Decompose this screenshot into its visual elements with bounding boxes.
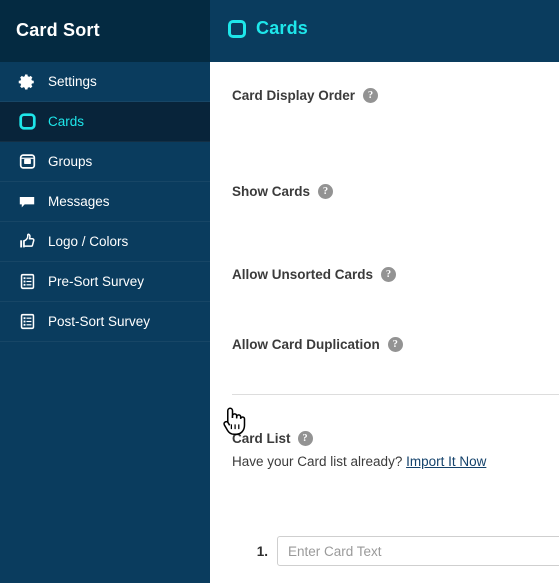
sidebar-item-settings[interactable]: Settings: [0, 62, 210, 102]
card-list-heading: Card List ?: [232, 431, 313, 446]
card-list-row: 1.: [244, 536, 559, 566]
page-header: Cards: [228, 18, 308, 39]
top-bar: Card Sort Cards: [0, 0, 559, 62]
card-sort-app: Card Sort Cards Settings Cards Groups Me…: [0, 0, 559, 583]
speech-bubble-icon: [16, 191, 38, 213]
card-row-number: 1.: [256, 543, 268, 559]
sidebar-item-pre-sort-survey[interactable]: Pre-Sort Survey: [0, 262, 210, 302]
app-title: Card Sort: [16, 20, 100, 40]
sidebar-item-post-sort-survey[interactable]: Post-Sort Survey: [0, 302, 210, 342]
import-it-now-link[interactable]: Import It Now: [406, 454, 486, 469]
survey-list-icon: [16, 271, 38, 293]
sidebar-item-label: Settings: [48, 74, 97, 89]
groups-icon: [16, 151, 38, 173]
sidebar-item-logo-colors[interactable]: Logo / Colors: [0, 222, 210, 262]
sidebar-item-label: Logo / Colors: [48, 234, 129, 249]
help-icon[interactable]: ?: [381, 267, 397, 282]
help-icon[interactable]: ?: [387, 337, 403, 352]
card-icon: [16, 111, 38, 133]
sidebar-item-label: Post-Sort Survey: [48, 314, 151, 329]
sidebar-item-label: Cards: [48, 114, 85, 129]
sidebar-item-cards[interactable]: Cards: [0, 102, 210, 142]
main-content: Card Display Order ? Show Cards ? Allow …: [216, 62, 559, 583]
help-icon[interactable]: ?: [363, 88, 379, 103]
field-allow-card-duplication: Allow Card Duplication ?: [232, 337, 403, 352]
field-label: Card List: [232, 431, 291, 446]
help-icon[interactable]: ?: [297, 431, 313, 446]
sidebar-item-label: Groups: [48, 154, 93, 169]
card-list-import-prompt: Have your Card list already? Import It N…: [232, 454, 486, 469]
sidebar-item-groups[interactable]: Groups: [0, 142, 210, 182]
import-prompt-text: Have your Card list already?: [232, 454, 403, 469]
field-card-display-order: Card Display Order ?: [232, 88, 379, 103]
field-allow-unsorted-cards: Allow Unsorted Cards ?: [232, 267, 397, 282]
page-title: Cards: [256, 18, 309, 38]
field-label: Allow Unsorted Cards: [232, 267, 374, 282]
field-label: Allow Card Duplication: [232, 337, 380, 352]
field-label: Card Display Order: [232, 88, 356, 103]
field-show-cards: Show Cards ?: [232, 184, 334, 199]
sidebar-item-messages[interactable]: Messages: [0, 182, 210, 222]
field-label: Show Cards: [232, 184, 311, 199]
thumbs-up-icon: [16, 231, 38, 253]
section-divider: [232, 394, 559, 395]
card-rounded-square-icon: [228, 19, 246, 38]
gear-icon: [16, 71, 38, 93]
sidebar-item-label: Pre-Sort Survey: [48, 274, 145, 289]
sidebar: Settings Cards Groups Messages Logo / Co…: [0, 62, 210, 583]
card-text-input[interactable]: [277, 536, 559, 566]
help-icon[interactable]: ?: [318, 184, 334, 199]
survey-list-icon: [16, 311, 38, 333]
sidebar-item-label: Messages: [48, 194, 110, 209]
